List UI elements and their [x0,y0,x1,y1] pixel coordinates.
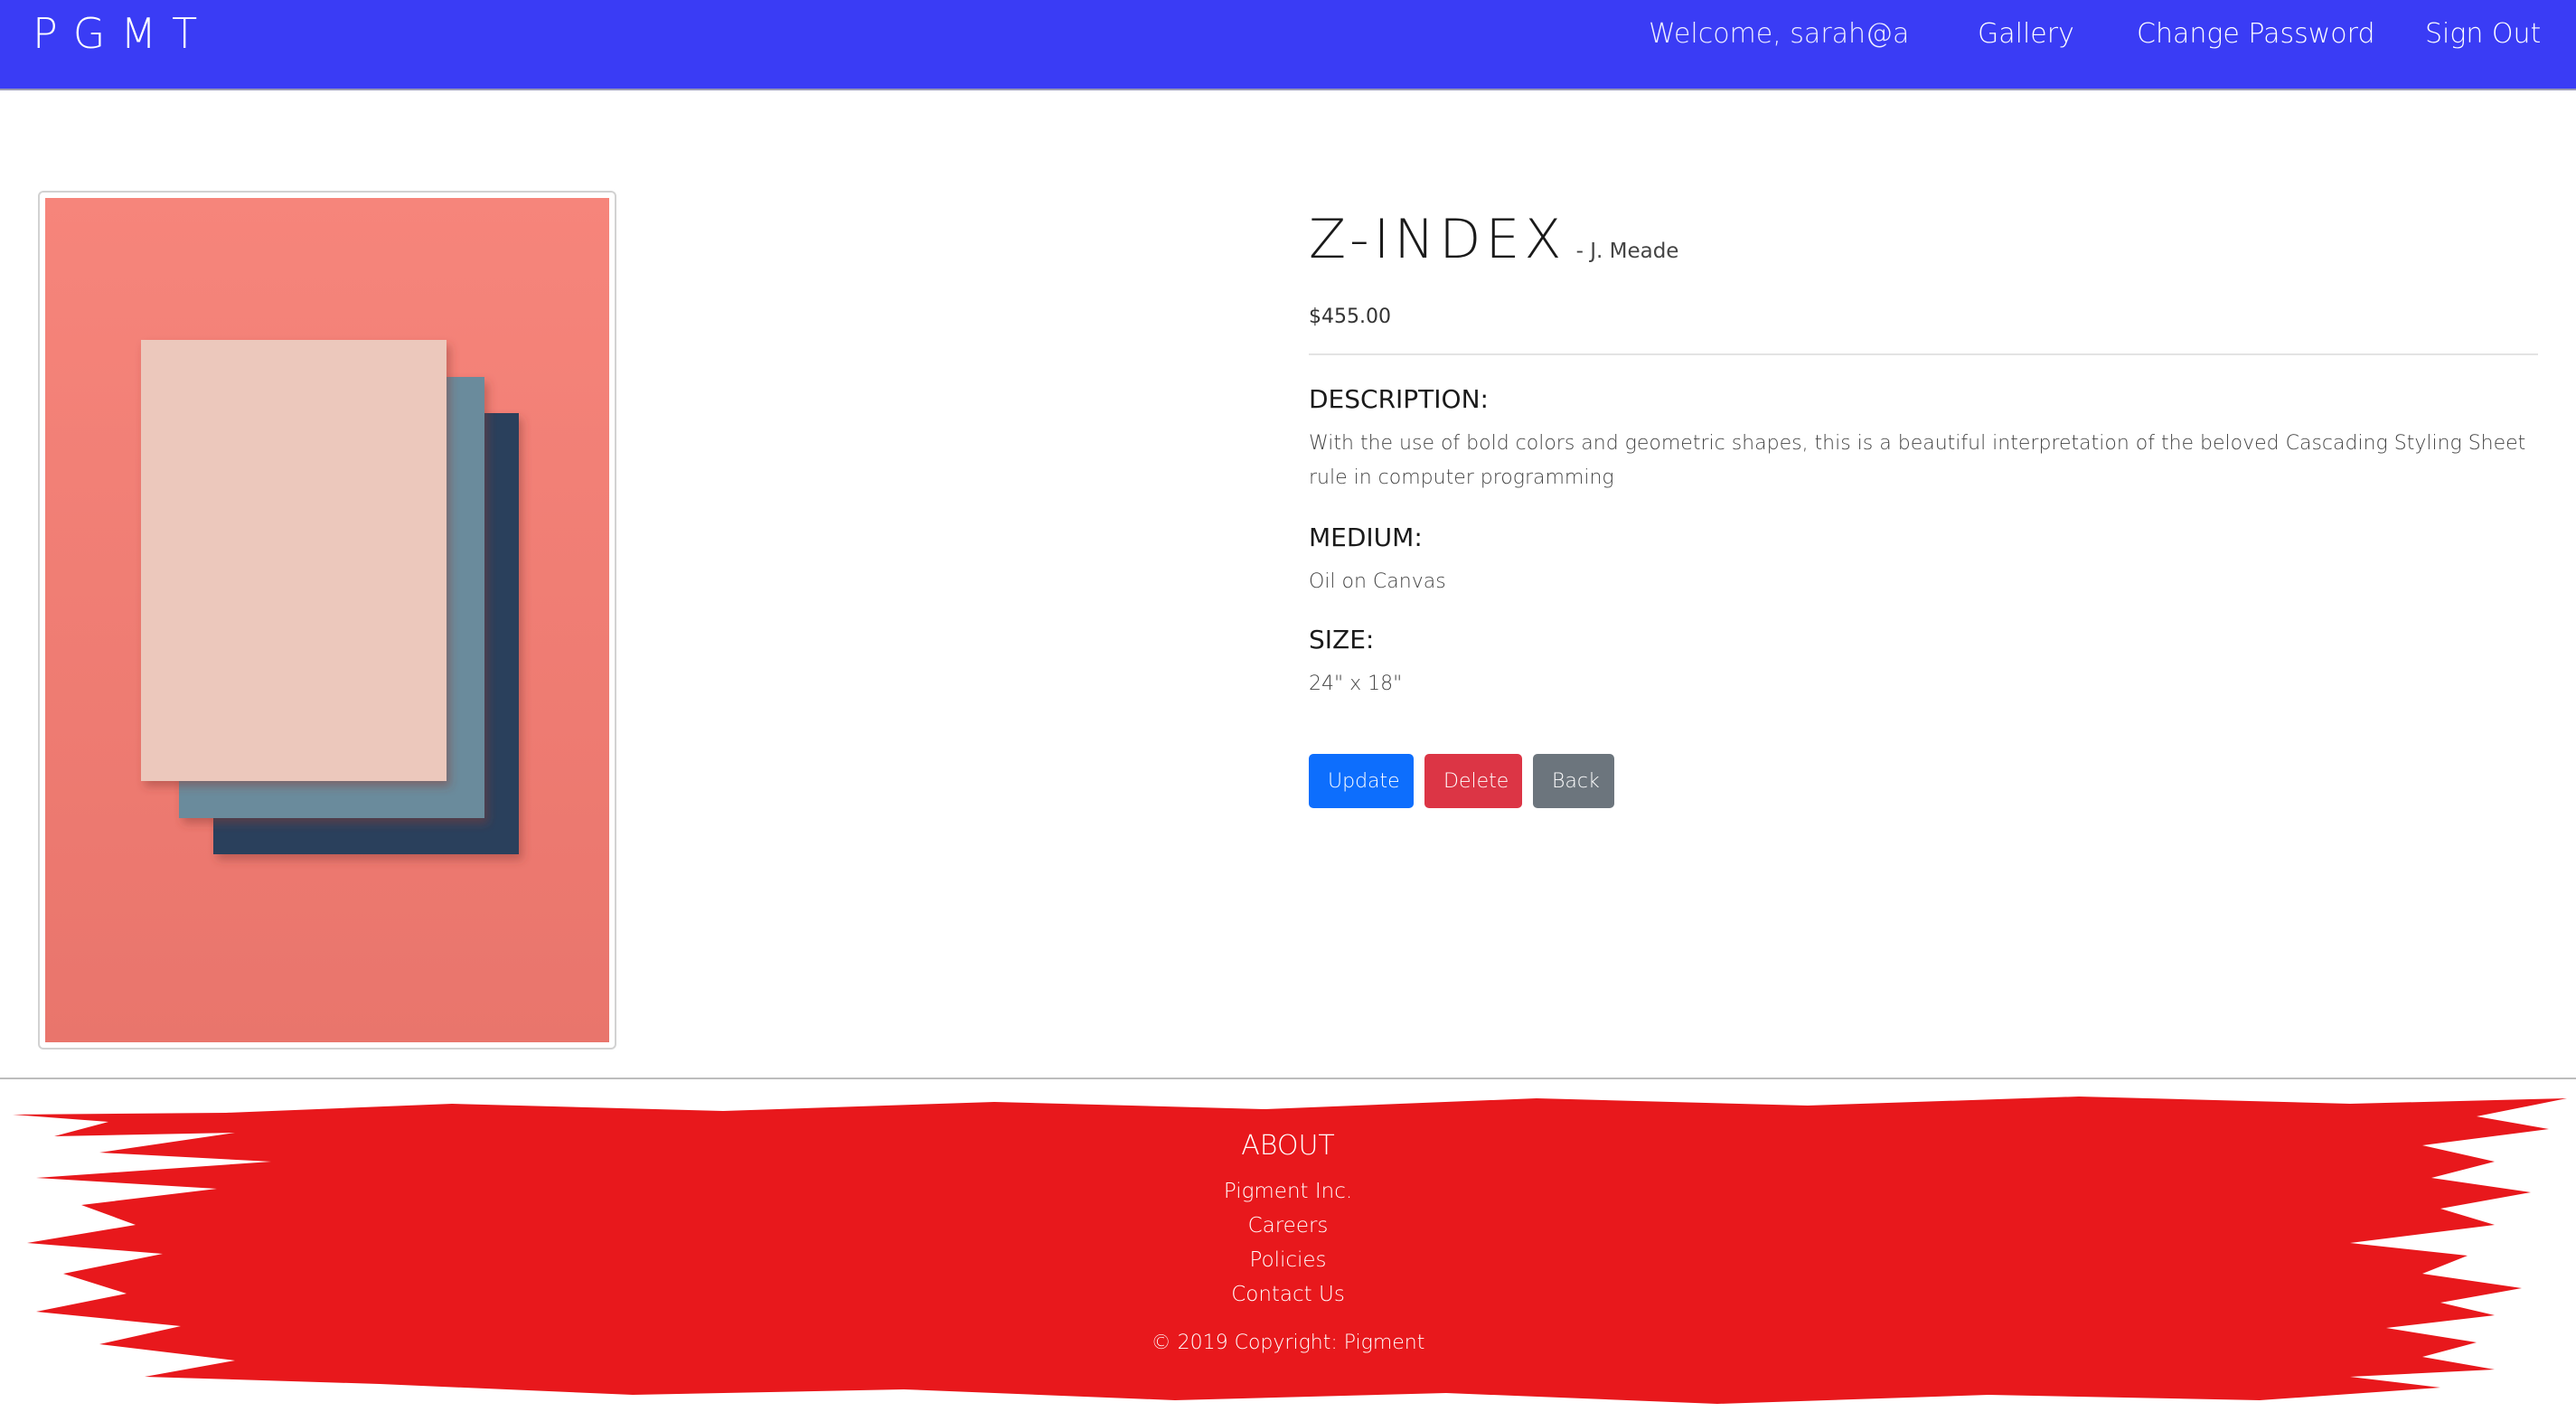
nav-sign-out-link[interactable]: Sign Out [2425,18,2541,50]
nav-gallery-link[interactable]: Gallery [1978,18,2074,50]
artwork-details: Z-INDEX - J. Meade $455.00 DESCRIPTION: … [1309,208,2538,808]
footer: ABOUT Pigment Inc. Careers Policies Cont… [1107,1130,1469,1354]
description-text: With the use of bold colors and geometri… [1309,432,2526,489]
footer-copyright: © 2019 Copyright: Pigment [1151,1332,1425,1354]
footer-link-contact-us[interactable]: Contact Us [1107,1277,1469,1312]
top-navbar: PGMT Welcome, sarah@a Gallery Change Pas… [0,0,2576,90]
artwork-image-frame [38,191,616,1050]
artwork-sheet-front [141,340,447,781]
footer-link-pigment-inc[interactable]: Pigment Inc. [1107,1174,1469,1209]
nav-change-password-link[interactable]: Change Password [2137,18,2374,50]
delete-button[interactable]: Delete [1424,754,1522,808]
welcome-user-text: Welcome, sarah@a [1649,18,1910,50]
action-buttons: Update Delete Back [1309,754,2538,808]
back-button[interactable]: Back [1533,754,1614,808]
artwork-title: Z-INDEX [1309,208,1566,271]
brand-logo-link[interactable]: PGMT [33,9,212,58]
footer-divider [0,1078,2576,1079]
size-text: 24" x 18" [1309,673,1403,695]
footer-about-heading: ABOUT [1241,1130,1335,1162]
medium-label: MEDIUM: [1309,522,1423,552]
description-label: DESCRIPTION: [1309,384,1489,414]
medium-text: Oil on Canvas [1309,570,1446,593]
footer-link-careers[interactable]: Careers [1107,1209,1469,1243]
divider [1309,353,2538,355]
footer-link-policies[interactable]: Policies [1107,1243,1469,1277]
update-button[interactable]: Update [1309,754,1414,808]
size-label: SIZE: [1309,625,1375,654]
artwork-price: $455.00 [1309,306,1391,328]
title-row: Z-INDEX - J. Meade [1309,208,2538,271]
artwork-image [45,198,609,1042]
artwork-artist: - J. Meade [1575,240,1679,263]
